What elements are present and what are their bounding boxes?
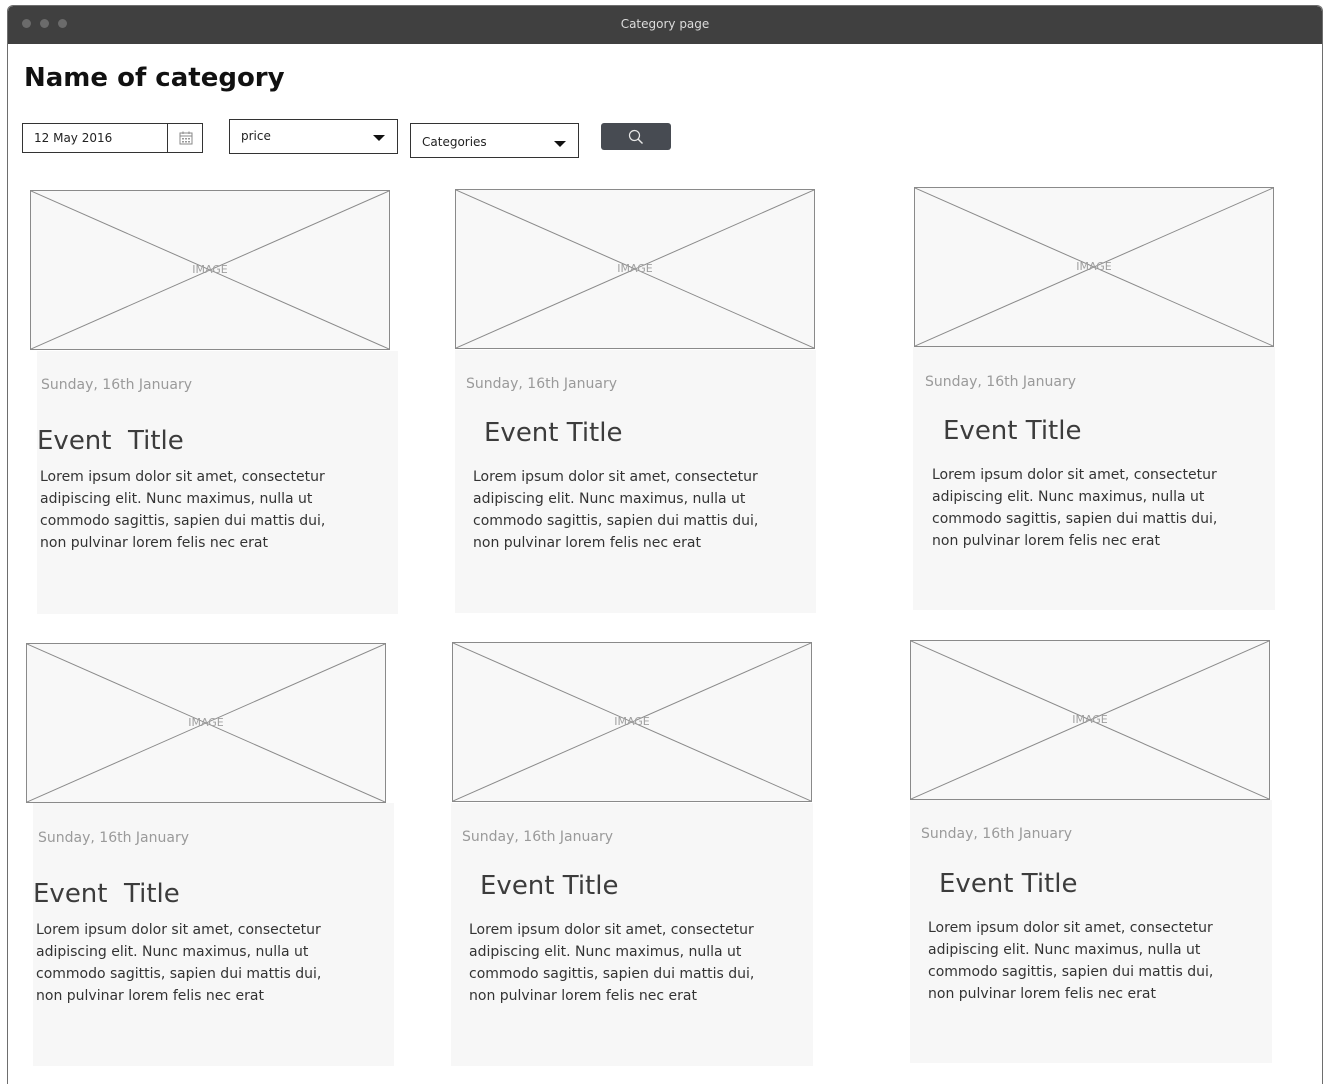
event-card-3-description: Lorem ipsum dolor sit amet, consectetur … [932, 467, 1218, 549]
categories-select[interactable]: Categories [410, 123, 579, 158]
event-card-4-description: Lorem ipsum dolor sit amet, consectetur … [36, 922, 322, 1004]
date-picker-field[interactable]: 12 May 2016 [22, 123, 203, 153]
page-title: Name of category [24, 63, 285, 93]
event-card-6-image[interactable]: IMAGE [910, 640, 1270, 800]
search-icon [628, 129, 643, 144]
event-card-2-title[interactable]: Event Title [484, 418, 622, 448]
window-title: Category page [620, 17, 710, 31]
image-placeholder-label: IMAGE [614, 715, 650, 728]
event-card-4-date: Sunday, 16th January [38, 830, 189, 846]
image-placeholder-label: IMAGE [617, 262, 653, 275]
event-card-1-description: Lorem ipsum dolor sit amet, consectetur … [40, 469, 326, 551]
calendar-icon[interactable] [167, 124, 203, 152]
event-card-3-image[interactable]: IMAGE [914, 187, 1274, 347]
image-placeholder-label: IMAGE [1072, 713, 1108, 726]
event-card-1-date: Sunday, 16th January [41, 377, 192, 393]
price-select[interactable]: price [229, 119, 398, 154]
event-card-1-title[interactable]: Event Title [37, 426, 184, 456]
event-card-2-description: Lorem ipsum dolor sit amet, consectetur … [473, 469, 759, 551]
event-card-5-description: Lorem ipsum dolor sit amet, consectetur … [469, 922, 755, 1004]
image-placeholder-label: IMAGE [192, 263, 228, 276]
event-card-4-image[interactable]: IMAGE [26, 643, 386, 803]
search-button[interactable] [601, 123, 671, 150]
event-card-1-image[interactable]: IMAGE [30, 190, 390, 350]
event-card-6-description: Lorem ipsum dolor sit amet, consectetur … [928, 920, 1214, 1002]
event-card-5-title[interactable]: Event Title [480, 871, 618, 901]
event-card-5-date: Sunday, 16th January [462, 829, 613, 845]
caret-down-icon [373, 135, 385, 141]
price-select-value: price [241, 129, 271, 143]
event-card-2-image[interactable]: IMAGE [455, 189, 815, 349]
title-bar: Category page [8, 6, 1322, 44]
image-placeholder-label: IMAGE [188, 716, 224, 729]
event-card-6-title[interactable]: Event Title [939, 869, 1077, 899]
event-card-4-title[interactable]: Event Title [33, 879, 180, 909]
browser-window: Category page Name of category 12 May 20… [7, 5, 1323, 1084]
caret-down-icon [554, 141, 566, 147]
event-card-3-title[interactable]: Event Title [943, 416, 1081, 446]
categories-select-value: Categories [422, 135, 487, 149]
image-placeholder-label: IMAGE [1076, 260, 1112, 273]
event-card-2-date: Sunday, 16th January [466, 376, 617, 392]
event-card-6-date: Sunday, 16th January [921, 826, 1072, 842]
event-card-3-date: Sunday, 16th January [925, 374, 1076, 390]
date-value: 12 May 2016 [34, 131, 113, 145]
event-card-5-image[interactable]: IMAGE [452, 642, 812, 802]
